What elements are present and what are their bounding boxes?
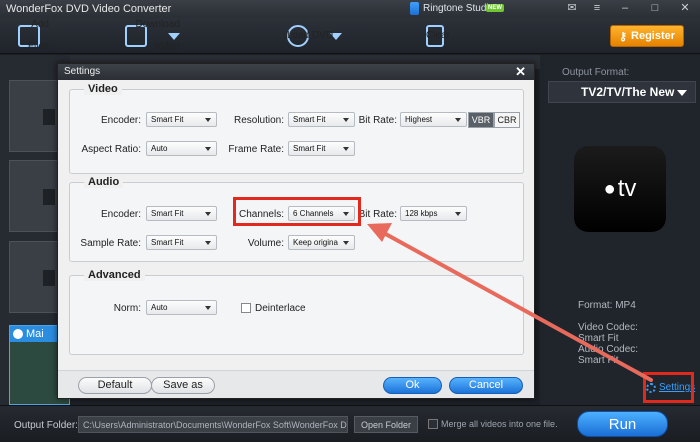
ringtone-icon[interactable] — [410, 2, 419, 15]
clear-button[interactable]: Clear — [426, 25, 453, 47]
spec-line: Video Codec: — [578, 322, 638, 333]
register-label: Register — [631, 30, 676, 42]
clear-label: Clear — [426, 30, 450, 41]
output-folder-label: Output Folder: — [14, 420, 78, 431]
deinterlace-checkbox[interactable] — [241, 303, 251, 313]
add-files-button[interactable]: Add Files — [18, 19, 49, 52]
disc-icon — [13, 329, 23, 339]
dialog-footer: Default Save as Ok Cancel — [58, 370, 534, 398]
audio-group-title: Audio — [84, 176, 124, 188]
cancel-button[interactable]: Cancel — [449, 377, 523, 394]
output-format-value: TV2/TV/The New — [581, 85, 675, 99]
advanced-group: Advanced Norm: Auto Deinterlace — [69, 269, 524, 355]
video-bitrate-label: Bit Rate: — [358, 115, 397, 126]
new-badge: NEW — [486, 4, 504, 12]
video-encoder-label: Encoder: — [100, 115, 141, 126]
sample-rate-select[interactable]: Smart Fit — [146, 235, 217, 250]
annotation-highlight-settings — [643, 372, 694, 403]
volume-select[interactable]: Keep origina — [288, 235, 355, 250]
spec-line: Format: MP4 — [578, 300, 636, 311]
aspect-ratio-label: Aspect Ratio: — [81, 144, 141, 155]
output-format-select[interactable]: TV2/TV/The New — [548, 81, 696, 103]
add-files-label: Add Files — [27, 19, 49, 52]
aspect-ratio-select[interactable]: Auto — [146, 141, 217, 156]
merge-checkbox[interactable] — [428, 419, 438, 429]
volume-label: Volume: — [247, 238, 284, 249]
minimize-icon[interactable]: – — [618, 2, 632, 15]
open-folder-button[interactable]: Open Folder — [354, 416, 418, 433]
load-dvd-label: Load DVD — [287, 30, 334, 41]
output-format-label: Output Format: — [562, 67, 630, 78]
spec-line: Smart Fit — [578, 333, 619, 344]
merge-label: Merge all videos into one file. — [441, 419, 558, 429]
video-group: Video Encoder: Smart Fit Resolution: Sma… — [69, 83, 524, 174]
run-button[interactable]: Run — [577, 411, 668, 437]
frame-rate-select[interactable]: Smart Fit — [288, 141, 355, 156]
output-specs: Format: MP4 Video Codec: Smart Fit Audio… — [578, 300, 638, 366]
video-encoder-select[interactable]: Smart Fit — [146, 112, 217, 127]
thumbnail-icon — [43, 270, 55, 286]
annotation-highlight-channels — [233, 197, 361, 226]
default-button[interactable]: Default — [78, 377, 152, 394]
audio-encoder-select[interactable]: Smart Fit — [146, 206, 217, 221]
norm-label: Norm: — [113, 303, 141, 314]
dialog-title: Settings — [64, 66, 101, 77]
advanced-group-title: Advanced — [84, 269, 145, 281]
title-bar: WonderFox DVD Video Converter Ringtone S… — [0, 0, 700, 18]
load-dvd-button[interactable]: Load DVD — [287, 25, 342, 47]
resolution-select[interactable]: Smart Fit — [288, 112, 355, 127]
chevron-down-icon — [677, 90, 687, 96]
toolbar: Add Files Download Video Load DVD Clear — [0, 18, 700, 54]
apple-icon: ● — [603, 177, 616, 200]
key-icon: ⚷ — [618, 30, 628, 43]
apple-tv-device-image: ● tv — [574, 146, 666, 232]
norm-select[interactable]: Auto — [146, 300, 217, 315]
ringtone-studio-link[interactable]: Ringtone Studio — [423, 3, 494, 14]
chat-icon[interactable]: ✉ — [565, 2, 579, 15]
frame-rate-label: Frame Rate: — [228, 144, 284, 155]
close-icon[interactable]: ✕ — [515, 65, 526, 79]
audio-bitrate-select[interactable]: 128 kbps — [400, 206, 467, 221]
thumbnail-icon — [43, 109, 55, 125]
ok-button[interactable]: Ok — [383, 377, 442, 394]
download-video-label: Download Video — [135, 19, 180, 52]
settings-dialog: Settings ✕ Video Encoder: Smart Fit Reso… — [57, 63, 535, 399]
dialog-title-bar: Settings ✕ — [58, 64, 534, 80]
register-button[interactable]: ⚷ Register — [610, 25, 684, 47]
maximize-icon[interactable]: □ — [648, 2, 662, 15]
audio-bitrate-label: Bit Rate: — [358, 209, 397, 220]
close-icon[interactable]: ✕ — [678, 2, 692, 15]
audio-encoder-label: Encoder: — [100, 209, 141, 220]
device-logo: tv — [617, 175, 637, 202]
video-group-title: Video — [84, 83, 122, 95]
cbr-toggle[interactable]: CBR — [494, 112, 520, 128]
spec-line: Audio Codec: — [578, 344, 639, 355]
vbr-toggle[interactable]: VBR — [468, 112, 494, 128]
deinterlace-label: Deinterlace — [255, 303, 306, 314]
output-folder-path[interactable]: C:\Users\Administrator\Documents\WonderF… — [78, 416, 348, 433]
spec-line: Smart Fit — [578, 355, 619, 366]
sample-rate-label: Sample Rate: — [80, 238, 141, 249]
thumbnail-icon — [43, 189, 55, 205]
save-as-button[interactable]: Save as — [151, 377, 215, 394]
download-video-button[interactable]: Download Video — [125, 19, 180, 52]
menu-icon[interactable]: ≡ — [590, 2, 604, 15]
video-bitrate-select[interactable]: Highest — [400, 112, 467, 127]
resolution-label: Resolution: — [233, 115, 284, 126]
